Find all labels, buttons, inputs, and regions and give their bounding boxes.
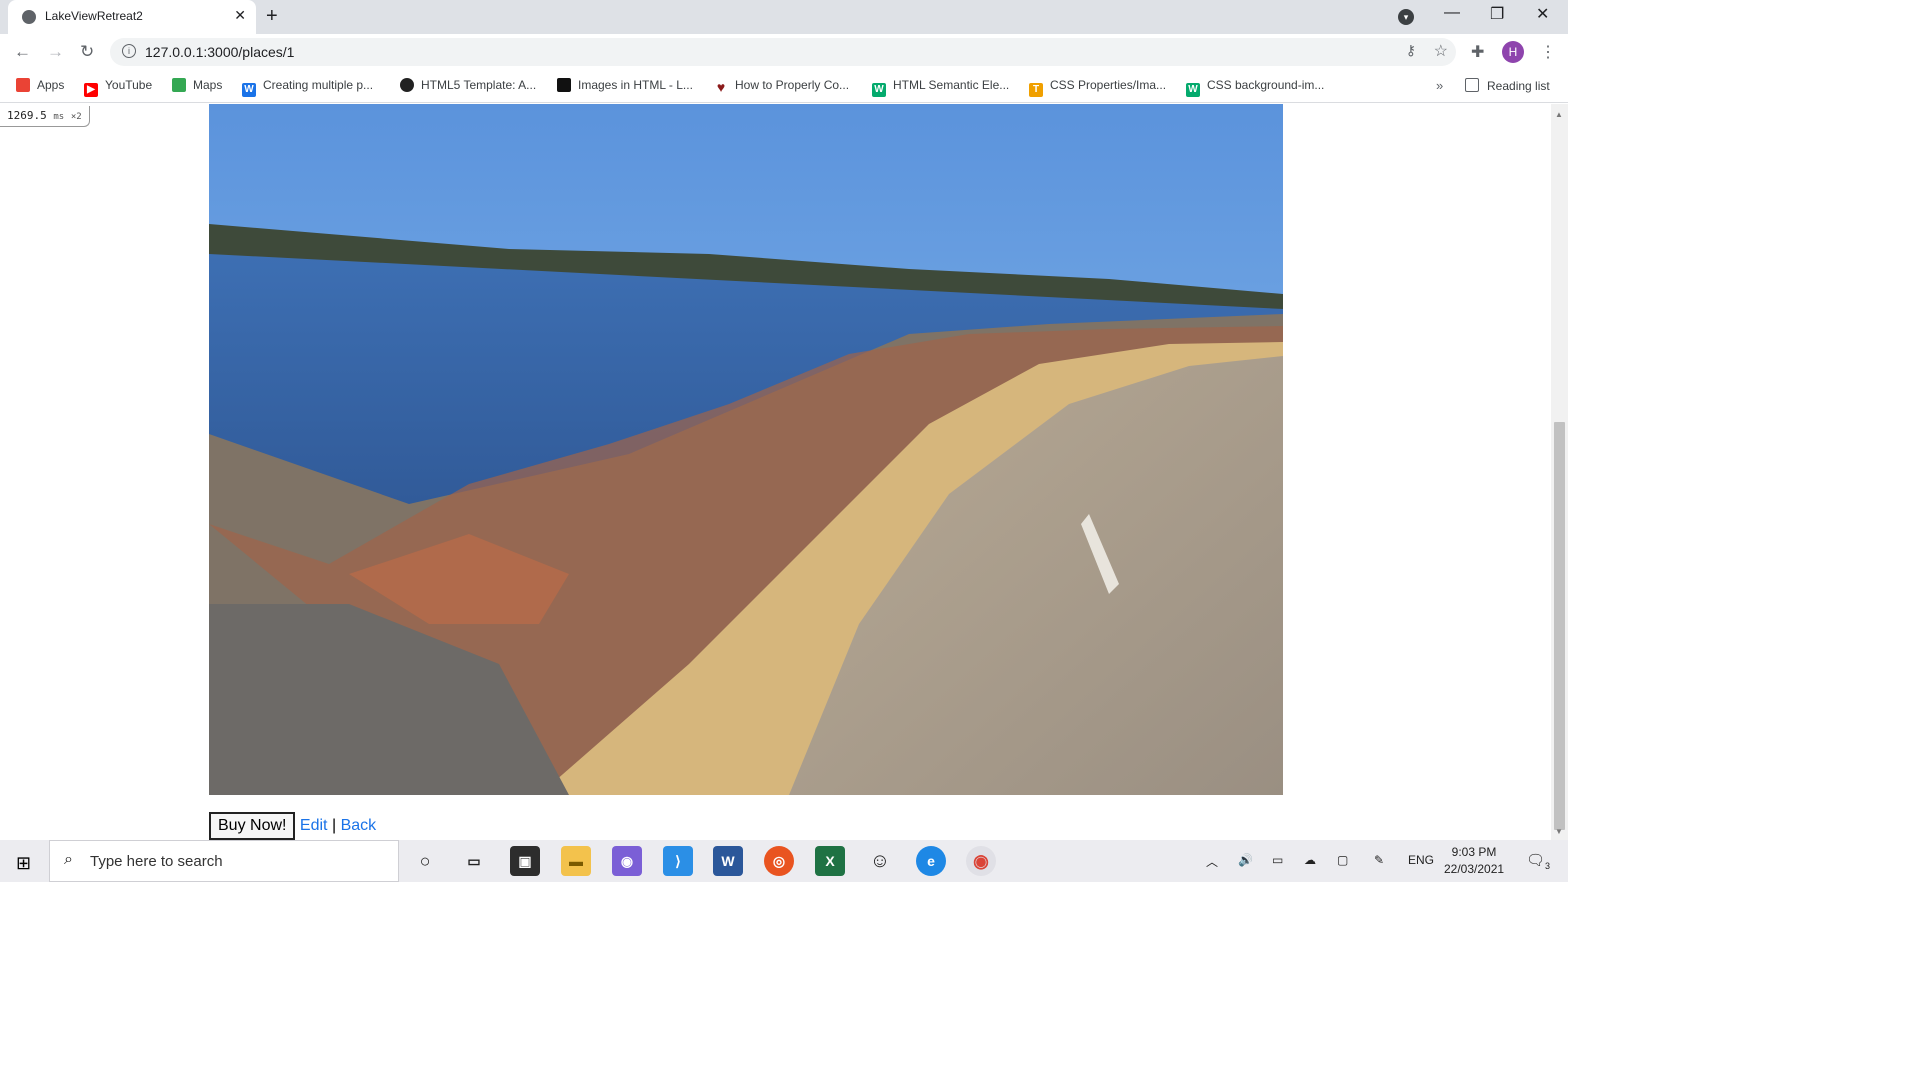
bookmark-how-to-properly[interactable]: ♥ How to Properly Co... [714,78,849,94]
youtube-icon: ▶ [84,83,98,97]
clock-date: 22/03/2021 [1444,862,1505,876]
windows-taskbar: ⊞ ⌕ Type here to search ○ ▭ ▣ ▬ ◉ ⟩ W ◎ … [0,840,1568,882]
tutorial-icon: T [1029,83,1043,97]
minimize-icon[interactable]: — [1444,4,1460,22]
bookmark-maps[interactable]: Maps [172,78,222,92]
tab-title: LakeViewRetreat2 [45,9,143,23]
tab-search-icon[interactable]: ▾ [1398,9,1414,25]
url-text[interactable]: 127.0.0.1:3000/places/1 [145,44,294,60]
search-icon: ⌕ [64,851,73,868]
taskbar-clock[interactable]: 9:03 PM 22/03/2021 [1444,844,1504,878]
back-arrow-icon[interactable]: ← [14,42,31,62]
onedrive-icon[interactable]: ☁ [1304,853,1316,867]
chrome-icon[interactable]: ◉ [966,846,996,876]
restore-icon[interactable]: ❐ [1490,4,1504,24]
tab-active[interactable]: LakeViewRetreat2 ✕ [8,0,256,34]
codecademy-icon [557,78,571,92]
profile-avatar[interactable]: H [1502,41,1524,63]
bookmark-star-icon[interactable]: ☆ [1434,41,1448,61]
w3schools-green-icon: W [1186,83,1200,97]
edit-link[interactable]: Edit [300,817,328,834]
reading-list-icon [1465,78,1479,92]
scroll-up-icon[interactable]: ▲ [1555,110,1563,119]
bookmark-css-background[interactable]: W CSS background-im... [1186,78,1324,97]
extensions-puzzle-icon[interactable]: ✚ [1471,42,1484,62]
store-icon[interactable]: ▣ [510,846,540,876]
discord-icon[interactable]: ◉ [612,846,642,876]
bookmark-css-properties[interactable]: T CSS Properties/Ima... [1029,78,1166,97]
volume-icon[interactable]: 🔊 [1238,853,1253,867]
edge-icon[interactable]: e [916,846,946,876]
notification-count: 3 [1545,861,1551,871]
file-explorer-icon[interactable]: ▬ [561,846,591,876]
meet-icon[interactable]: ▭ [1272,853,1283,867]
render-time-badge: 1269.5 ms ×2 [0,106,90,127]
ubuntu-icon[interactable]: ◎ [764,846,794,876]
heart-icon: ♥ [716,79,726,95]
new-tab-button[interactable]: + [266,5,278,28]
windows-start-icon[interactable]: ⊞ [16,853,31,874]
bookmark-creating-multiple[interactable]: W Creating multiple p... [242,78,373,97]
kebab-menu-icon[interactable]: ⋮ [1540,42,1556,62]
site-info-icon[interactable]: i [122,44,136,58]
bookmark-images-in-html[interactable]: Images in HTML - L... [557,78,693,92]
clock-time: 9:03 PM [1451,845,1497,859]
page-scrollbar[interactable]: ▲ ▼ [1551,104,1568,840]
forward-arrow-icon[interactable]: → [47,42,64,62]
cortana-icon[interactable]: ○ [410,846,440,876]
close-tab-icon[interactable]: ✕ [234,7,246,24]
bookmark-html-semantic[interactable]: W HTML Semantic Ele... [872,78,1009,97]
taskbar-search-box[interactable]: ⌕ Type here to search [49,840,399,882]
tab-strip: LakeViewRetreat2 ✕ + ▾ — ❐ ✕ [0,0,1568,34]
browser-toolbar: ← → ↻ i 127.0.0.1:3000/places/1 ⚷ ☆ [0,34,1568,70]
notification-center-icon[interactable]: 🗨3 [1526,851,1550,871]
search-placeholder: Type here to search [90,853,223,870]
reading-list-button[interactable]: Reading list [1465,78,1550,93]
bookmark-apps[interactable]: Apps [16,78,64,92]
language-indicator[interactable]: ENG [1408,853,1434,867]
buy-now-button[interactable]: Buy Now! [209,812,296,840]
pen-icon[interactable]: ✎ [1374,853,1384,867]
address-bar[interactable]: i 127.0.0.1:3000/places/1 ⚷ ☆ [110,38,1456,66]
task-view-icon[interactable]: ▭ [459,846,489,876]
display-icon[interactable]: ▢ [1337,853,1348,867]
key-icon[interactable]: ⚷ [1406,42,1416,59]
back-link[interactable]: Back [341,817,377,834]
word-icon[interactable]: W [713,846,743,876]
bookmarks-overflow-icon[interactable]: » [1436,78,1443,93]
reload-icon[interactable]: ↻ [80,42,94,62]
sitepoint-icon [400,78,414,92]
smiley-icon[interactable]: ☺ [865,846,895,876]
bookmark-html5-template[interactable]: HTML5 Template: A... [400,78,536,92]
place-photo [209,104,1283,795]
w3schools-icon: W [242,83,256,97]
bookmarks-bar: Apps ▶ YouTube Maps W Creating multiple p.… [0,70,1568,103]
apps-grid-icon [16,78,30,92]
maps-icon [172,78,186,92]
globe-icon [22,10,36,24]
vscode-icon[interactable]: ⟩ [663,846,693,876]
place-actions: Buy Now! Edit | Back [209,812,376,840]
scrollbar-thumb[interactable] [1554,422,1565,830]
tray-chevron-icon[interactable]: ︿ [1206,853,1218,870]
excel-icon[interactable]: X [815,846,845,876]
w3schools-green-icon: W [872,83,886,97]
link-separator: | [331,817,337,834]
scroll-down-icon[interactable]: ▼ [1555,827,1563,836]
bookmark-youtube[interactable]: ▶ YouTube [84,78,152,97]
close-window-icon[interactable]: ✕ [1536,4,1549,24]
